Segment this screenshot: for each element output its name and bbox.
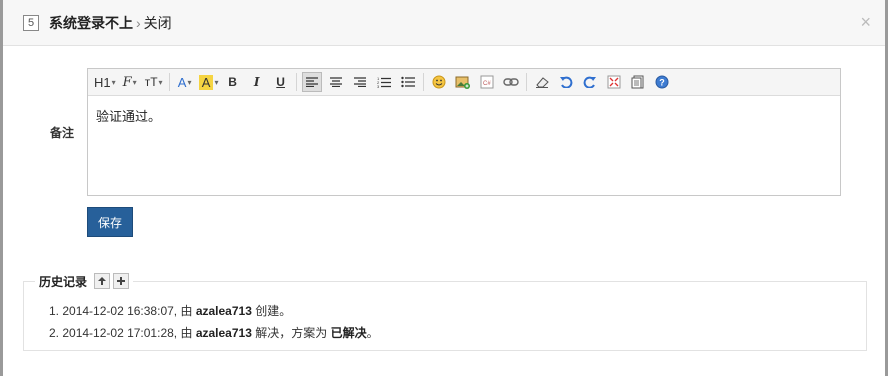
align-center-icon[interactable] [326, 72, 346, 92]
heading-button[interactable]: H1 [94, 72, 116, 92]
undo-icon[interactable] [556, 72, 576, 92]
history-title: 历史记录 [39, 274, 88, 289]
history-time: 2014-12-02 17:01:28, 由 [62, 326, 193, 340]
history-list: 1. 2014-12-02 16:38:07, 由 azalea713 创建。 … [49, 304, 379, 348]
toolbar-divider [295, 73, 297, 91]
toolbar-divider [525, 73, 527, 91]
sort-up-icon[interactable] [94, 273, 111, 289]
svg-text:3: 3 [377, 84, 380, 88]
redo-icon[interactable] [580, 72, 600, 92]
history-result: 已解决 [330, 326, 367, 340]
history-index: 2. [49, 326, 60, 340]
title-separator: › [136, 15, 141, 31]
history-action: 解决，方案为 [255, 326, 328, 340]
svg-text:C#: C# [483, 81, 491, 87]
editor-toolbar: H1 F тT A A B I U 123 C# [88, 69, 840, 96]
bold-button[interactable]: B [223, 72, 243, 92]
left-window-edge [0, 0, 3, 376]
history-item: 2. 2014-12-02 17:01:28, 由 azalea713 解决，方… [49, 326, 379, 348]
svg-text:?: ? [659, 78, 665, 88]
highlight-swatch: A [198, 74, 214, 90]
issue-title: 系统登录不上 [49, 15, 133, 31]
font-family-button[interactable]: F [120, 72, 140, 92]
remark-label: 备注 [50, 126, 75, 140]
history-index: 1. [49, 304, 60, 318]
history-user: azalea713 [195, 304, 252, 318]
fullscreen-icon[interactable] [604, 72, 624, 92]
toolbar-divider [422, 73, 424, 91]
ordered-list-icon[interactable]: 123 [374, 72, 394, 92]
underline-button[interactable]: U [271, 72, 291, 92]
history-user: azalea713 [195, 326, 252, 340]
save-button[interactable]: 保存 [87, 207, 133, 237]
dialog-title: 系统登录不上 › 关闭 [49, 13, 172, 33]
highlight-button[interactable]: A [198, 72, 219, 92]
dialog-header: 5 系统登录不上 › 关闭 × [3, 0, 885, 46]
history-end: 。 [366, 326, 379, 340]
close-icon[interactable]: × [860, 12, 871, 32]
link-icon[interactable] [501, 72, 521, 92]
expand-plus-icon[interactable] [113, 273, 130, 289]
action-title: 关闭 [143, 15, 172, 31]
font-size-button[interactable]: тT [144, 72, 164, 92]
history-item: 1. 2014-12-02 16:38:07, 由 azalea713 创建。 [49, 304, 379, 326]
emoticon-icon[interactable] [429, 72, 449, 92]
image-icon[interactable] [453, 72, 473, 92]
align-left-icon[interactable] [301, 72, 322, 92]
toolbar-divider [168, 73, 170, 91]
font-color-button[interactable]: A [175, 72, 195, 92]
rich-text-editor: H1 F тT A A B I U 123 C# [87, 68, 841, 196]
history-action: 创建。 [255, 304, 292, 318]
unordered-list-icon[interactable] [398, 72, 418, 92]
history-header: 历史记录 [35, 272, 134, 290]
help-icon[interactable]: ? [652, 72, 672, 92]
source-icon[interactable] [628, 72, 648, 92]
eraser-icon[interactable] [532, 72, 552, 92]
issue-id-badge: 5 [23, 15, 39, 31]
history-time: 2014-12-02 16:38:07, 由 [62, 304, 193, 318]
align-right-icon[interactable] [350, 72, 370, 92]
italic-button[interactable]: I [247, 72, 267, 92]
code-icon[interactable]: C# [477, 72, 497, 92]
remark-editor-content[interactable]: 验证通过。 [88, 96, 840, 135]
